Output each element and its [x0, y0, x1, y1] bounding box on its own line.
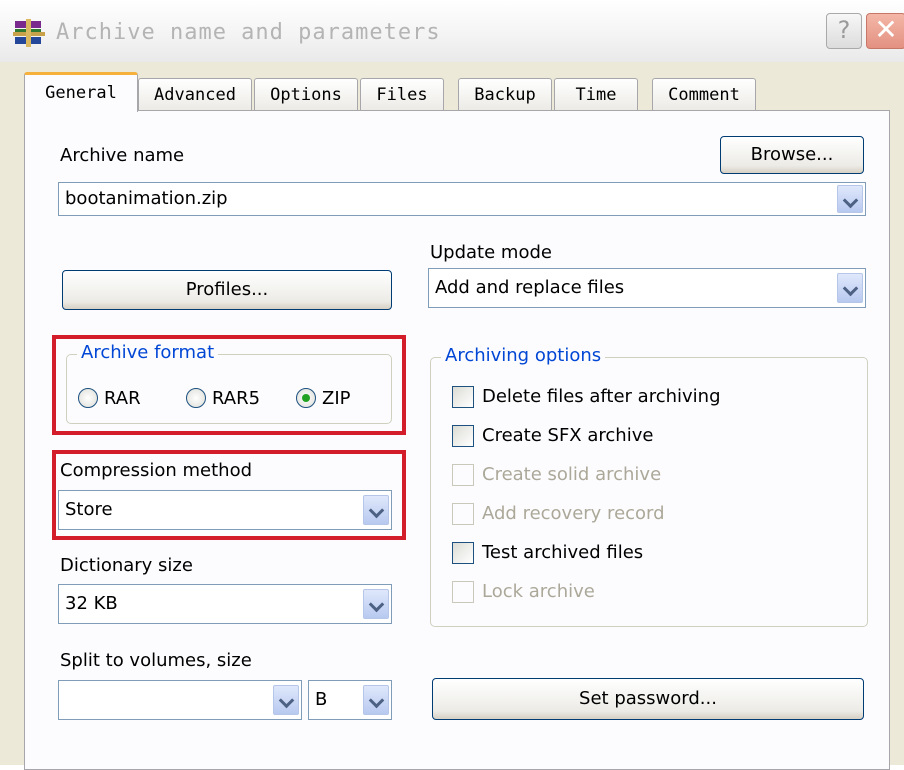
checkbox-lock-archive-label: Lock archive	[482, 581, 595, 602]
update-mode-dropdown-arrow-icon[interactable]	[837, 273, 863, 303]
compression-method-dropdown-arrow-icon[interactable]	[363, 495, 389, 525]
checkbox-solid-archive-label: Create solid archive	[482, 464, 662, 485]
checkbox-test-archived-box[interactable]	[452, 542, 474, 564]
tab-backup[interactable]: Backup	[458, 78, 552, 110]
dictionary-size-value: 32 KB	[65, 593, 118, 614]
checkbox-recovery-record-label: Add recovery record	[482, 503, 665, 524]
dialog-window: Archive name and parameters ? ✕ General …	[0, 0, 904, 770]
close-button[interactable]: ✕	[866, 13, 904, 49]
checkbox-recovery-record-box	[452, 503, 474, 525]
winrar-icon	[13, 19, 45, 47]
checkbox-delete-files-box[interactable]	[452, 386, 474, 408]
window-title: Archive name and parameters	[56, 20, 441, 45]
radio-rar-circle[interactable]	[78, 388, 98, 408]
browse-button[interactable]: Browse...	[720, 136, 864, 174]
radio-rar-label: RAR	[104, 388, 141, 409]
archive-format-title: Archive format	[77, 342, 219, 363]
split-volumes-unit-select[interactable]: B	[308, 680, 392, 720]
title-bar[interactable]: Archive name and parameters ? ✕	[0, 0, 904, 62]
radio-zip-circle[interactable]	[296, 388, 316, 408]
tab-general[interactable]: General	[24, 72, 138, 112]
checkbox-delete-files-label: Delete files after archiving	[482, 386, 721, 407]
archive-name-combo[interactable]: bootanimation.zip	[58, 182, 866, 216]
profiles-button[interactable]: Profiles...	[62, 270, 392, 310]
checkbox-create-sfx-label: Create SFX archive	[482, 425, 654, 446]
radio-zip-label: ZIP	[322, 388, 351, 409]
tab-files[interactable]: Files	[360, 78, 444, 110]
archiving-options-title: Archiving options	[441, 345, 606, 366]
compression-method-label: Compression method	[60, 460, 253, 481]
update-mode-label: Update mode	[430, 242, 552, 263]
dictionary-size-dropdown-arrow-icon[interactable]	[363, 589, 389, 619]
split-volumes-unit-value: B	[315, 689, 328, 710]
split-volumes-size-combo[interactable]	[58, 680, 302, 720]
dictionary-size-label: Dictionary size	[60, 555, 193, 576]
checkbox-solid-archive-box	[452, 464, 474, 486]
split-unit-dropdown-arrow-icon[interactable]	[363, 685, 389, 715]
radio-selected-dot	[302, 394, 310, 402]
split-size-dropdown-arrow-icon[interactable]	[273, 685, 299, 715]
split-volumes-label: Split to volumes, size	[60, 650, 252, 671]
tab-comment[interactable]: Comment	[652, 78, 756, 110]
radio-rar5-label: RAR5	[212, 388, 261, 409]
tab-advanced[interactable]: Advanced	[138, 78, 252, 110]
archive-name-value: bootanimation.zip	[65, 188, 228, 209]
tab-time[interactable]: Time	[554, 78, 638, 110]
checkbox-create-sfx-box[interactable]	[452, 425, 474, 447]
radio-rar5-circle[interactable]	[186, 388, 206, 408]
compression-method-value: Store	[65, 499, 113, 520]
archive-name-dropdown-arrow-icon[interactable]	[837, 185, 863, 213]
tab-options[interactable]: Options	[254, 78, 358, 110]
checkbox-lock-archive-box	[452, 581, 474, 603]
compression-method-select[interactable]: Store	[58, 490, 392, 530]
archive-name-label: Archive name	[60, 145, 185, 166]
update-mode-value: Add and replace files	[435, 277, 625, 298]
update-mode-select[interactable]: Add and replace files	[428, 268, 866, 308]
set-password-button[interactable]: Set password...	[432, 678, 864, 720]
checkbox-test-archived-label: Test archived files	[482, 542, 644, 563]
dictionary-size-select[interactable]: 32 KB	[58, 584, 392, 624]
help-button[interactable]: ?	[826, 13, 862, 49]
